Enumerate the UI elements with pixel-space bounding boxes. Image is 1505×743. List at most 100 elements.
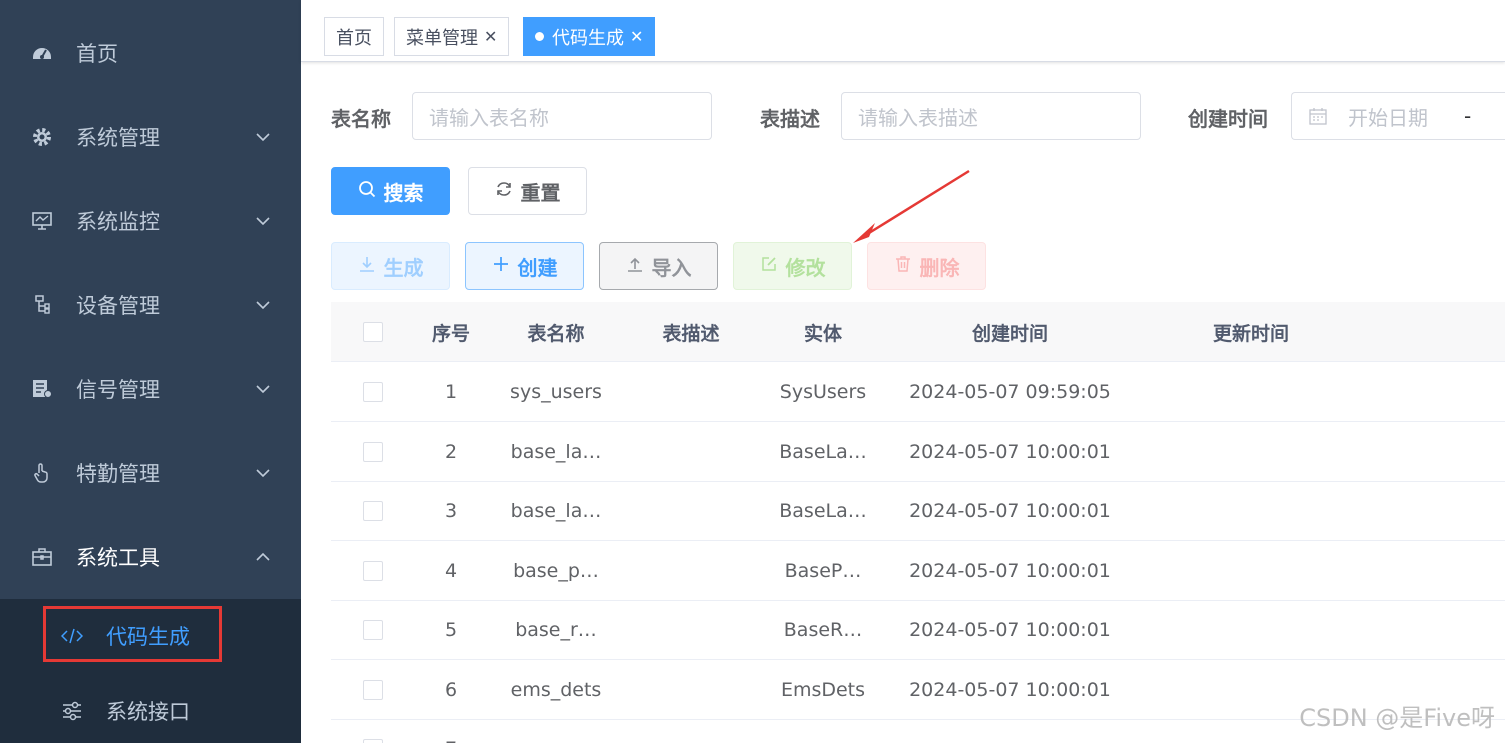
chevron-up-icon — [255, 549, 271, 565]
cell-table-desc — [631, 660, 751, 720]
sidebar-item-label: 系统管理 — [76, 126, 160, 150]
row-checkbox[interactable] — [361, 541, 385, 601]
table-desc-label: 表描述 — [760, 107, 820, 131]
cell-table-name: base_r… — [515, 619, 597, 641]
table-row[interactable]: 5 base_r… BaseR… 2024-05-07 10:00:01 — [331, 600, 1505, 660]
hand-icon — [30, 461, 54, 485]
cell-create-time: 2024-05-07 10:00:01 — [909, 559, 1111, 582]
cell-table-desc — [631, 541, 751, 601]
sidebar-item-label: 系统工具 — [76, 546, 160, 570]
close-icon[interactable]: ✕ — [484, 27, 497, 46]
cell-table-name: ems_dets — [510, 678, 602, 701]
row-checkbox[interactable] — [361, 660, 385, 720]
cell-entity: BaseR… — [783, 619, 863, 641]
search-button-label: 搜索 — [383, 180, 424, 205]
search-icon — [358, 179, 376, 203]
tags-view: 首页 菜单管理 ✕ 代码生成 ✕ — [301, 0, 1505, 62]
header-table-desc: 表描述 — [662, 322, 720, 345]
generate-button[interactable]: 生成 — [331, 242, 450, 290]
select-all-checkbox[interactable] — [361, 302, 385, 362]
sidebar-item-system-manage[interactable]: 系统管理 — [0, 95, 301, 179]
table-desc-input[interactable]: 请输入表描述 — [841, 92, 1141, 140]
upload-icon — [626, 254, 644, 278]
main-content: 首页 菜单管理 ✕ 代码生成 ✕ 表名称 请输入表名称 表描述 请输入表描述 创… — [301, 0, 1505, 743]
create-button-label: 创建 — [517, 255, 558, 280]
cell-table-desc — [631, 422, 751, 482]
sidebar-item-label: 系统监控 — [76, 210, 160, 234]
table-row[interactable]: 3 base_la… BaseLa… 2024-05-07 10:00:01 — [331, 481, 1505, 541]
tag-home[interactable]: 首页 — [324, 17, 384, 56]
trash-icon — [894, 254, 912, 278]
search-button[interactable]: 搜索 — [331, 167, 450, 215]
table-header: 序号 表名称 表描述 实体 创建时间 更新时间 — [331, 302, 1505, 362]
cell-table-desc — [631, 600, 751, 660]
reset-button[interactable]: 重置 — [468, 167, 587, 215]
sidebar-item-system-monitor[interactable]: 系统监控 — [0, 179, 301, 263]
table-desc-placeholder: 请输入表描述 — [858, 105, 978, 130]
cell-index: 2 — [444, 440, 458, 463]
calendar-icon — [1308, 106, 1328, 126]
toolbox-icon — [30, 545, 54, 569]
cell-entity — [763, 719, 883, 743]
row-checkbox[interactable] — [361, 422, 385, 482]
cell-index: 1 — [444, 381, 458, 403]
cell-update-time — [1141, 481, 1361, 541]
table-name-label: 表名称 — [331, 107, 391, 131]
cell-entity: EmsDets — [780, 678, 866, 701]
cell-entity: BaseLa… — [779, 500, 867, 522]
sidebar-subitem-system-api[interactable]: 系统接口 — [0, 675, 301, 743]
chevron-down-icon — [255, 213, 271, 229]
cell-index: 3 — [444, 500, 458, 522]
cell-index: 5 — [444, 619, 458, 641]
cell-table-name: base_p… — [513, 559, 599, 582]
sidebar-item-signal-manage[interactable]: 信号管理 — [0, 347, 301, 431]
header-create-time: 创建时间 — [971, 322, 1048, 345]
chevron-down-icon — [255, 297, 271, 313]
active-dot-icon — [535, 32, 544, 41]
create-button[interactable]: 创建 — [465, 242, 584, 290]
generate-button-label: 生成 — [383, 255, 424, 280]
tag-code-gen[interactable]: 代码生成 ✕ — [523, 17, 656, 56]
watermark: CSDN @是Five呀 — [1299, 704, 1495, 732]
import-button[interactable]: 导入 — [599, 242, 718, 290]
sidebar-item-home[interactable]: 首页 — [0, 11, 301, 95]
row-checkbox[interactable] — [361, 481, 385, 541]
row-checkbox[interactable] — [361, 362, 385, 422]
chevron-down-icon — [255, 129, 271, 145]
tag-menu-manage[interactable]: 菜单管理 ✕ — [394, 17, 510, 56]
table-row[interactable]: 2 base_la… BaseLa… 2024-05-07 10:00:01 — [331, 422, 1505, 482]
cell-create-time — [903, 719, 1117, 743]
row-checkbox[interactable] — [361, 719, 385, 743]
date-range-picker[interactable]: 开始日期 - — [1291, 92, 1505, 140]
edit-button[interactable]: 修改 — [733, 242, 852, 290]
annotation-arrow — [853, 169, 970, 243]
sidebar-item-device-manage[interactable]: 设备管理 — [0, 263, 301, 347]
row-checkbox[interactable] — [361, 600, 385, 660]
edit-button-label: 修改 — [785, 255, 826, 280]
table-row[interactable]: 4 base_p… BaseP… 2024-05-07 10:00:01 — [331, 541, 1505, 601]
cell-entity: BaseLa… — [779, 440, 867, 463]
cell-table-name: base_la… — [510, 500, 602, 522]
header-index: 序号 — [431, 322, 470, 345]
cell-entity: SysUsers — [779, 381, 867, 403]
cell-index: 7 — [411, 719, 491, 743]
table-row[interactable]: 1 sys_users SysUsers 2024-05-07 09:59:05 — [331, 362, 1505, 422]
refresh-icon — [495, 179, 513, 203]
sidebar-item-system-tools[interactable]: 系统工具 — [0, 515, 301, 599]
cell-update-time — [1141, 600, 1361, 660]
table-name-input[interactable]: 请输入表名称 — [412, 92, 712, 140]
import-button-label: 导入 — [651, 255, 692, 280]
server-icon — [30, 377, 54, 401]
range-separator: - — [1464, 104, 1472, 128]
dashboard-icon — [30, 41, 54, 65]
close-icon[interactable]: ✕ — [630, 27, 643, 46]
cell-table-name: sys_users — [510, 381, 602, 403]
chevron-down-icon — [255, 465, 271, 481]
table-name-placeholder: 请输入表名称 — [429, 105, 549, 130]
cell-table-name — [501, 719, 611, 743]
tag-label: 首页 — [336, 27, 372, 49]
cell-index: 6 — [444, 678, 458, 701]
sidebar-item-special-duty[interactable]: 特勤管理 — [0, 431, 301, 515]
tag-label: 代码生成 — [552, 27, 624, 49]
chevron-down-icon — [255, 381, 271, 397]
